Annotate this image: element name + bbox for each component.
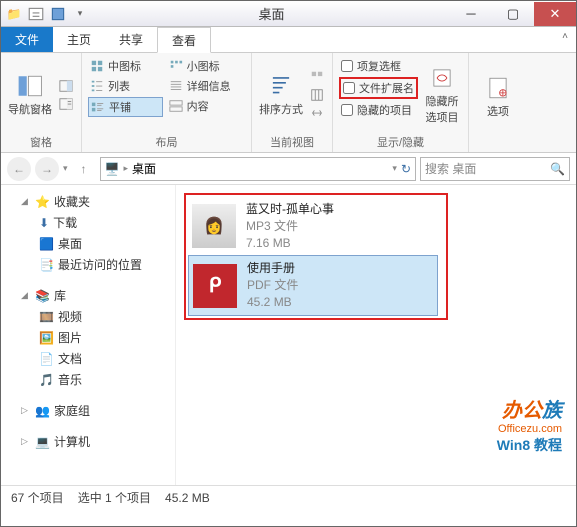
panes-group-label: 窗格: [7, 134, 75, 150]
history-dropdown-icon[interactable]: ▾: [63, 163, 68, 174]
details-pane-button[interactable]: [57, 96, 75, 112]
folder-icon: 📁: [5, 5, 23, 23]
hide-selected-button[interactable]: 隐藏所 选项目: [422, 57, 462, 132]
tab-share[interactable]: 共享: [105, 27, 157, 52]
tree-videos[interactable]: 🎞️视频: [1, 306, 175, 327]
layout-group-label: 布局: [88, 134, 245, 150]
layout-medium-icons[interactable]: 中图标: [88, 57, 163, 75]
mp3-thumbnail-icon: 👩: [192, 204, 236, 248]
options-button[interactable]: 选项: [475, 57, 521, 136]
hide-selected-label: 隐藏所 选项目: [426, 93, 459, 125]
item-checkboxes-toggle[interactable]: 项复选框: [339, 57, 418, 75]
tab-view[interactable]: 查看: [157, 27, 211, 53]
titlebar: 📁 ▾ 桌面 ─ ▢ ✕: [1, 1, 576, 27]
file-type: PDF 文件: [247, 277, 298, 294]
status-selected: 选中 1 个项目: [78, 489, 151, 506]
tree-homegroup[interactable]: ▷👥家庭组: [1, 400, 175, 421]
current-view-group-label: 当前视图: [258, 134, 326, 150]
quick-access-toolbar: 📁 ▾: [1, 5, 93, 23]
tree-recent[interactable]: 📑最近访问的位置: [1, 254, 175, 275]
file-item[interactable]: 👩 蓝又时-孤单心事 MP3 文件 7.16 MB: [188, 197, 438, 255]
nav-tree[interactable]: ◢⭐收藏夹 ⬇下载 🟦桌面 📑最近访问的位置 ◢📚库 🎞️视频 🖼️图片 📄文档…: [1, 185, 176, 485]
file-list: 👩 蓝又时-孤单心事 MP3 文件 7.16 MB ᑭ 使用手册 PDF 文件 …: [176, 185, 576, 485]
refresh-icon[interactable]: ↻: [401, 162, 411, 176]
ribbon-tabs: 文件 主页 共享 查看 ˄: [1, 27, 576, 53]
breadcrumb[interactable]: 🖥️ ▸ 桌面 ▾ ↻: [100, 157, 416, 181]
file-item[interactable]: ᑭ 使用手册 PDF 文件 45.2 MB: [188, 255, 438, 315]
file-size: 45.2 MB: [247, 294, 298, 311]
close-button[interactable]: ✕: [534, 2, 576, 26]
minimize-button[interactable]: ─: [450, 2, 492, 26]
search-icon: 🔍: [550, 162, 565, 176]
search-input[interactable]: 搜索 桌面 🔍: [420, 157, 570, 181]
back-button[interactable]: ←: [7, 157, 31, 181]
status-total: 67 个项目: [11, 489, 64, 506]
sort-by-button[interactable]: 排序方式: [258, 57, 304, 132]
status-size: 45.2 MB: [165, 491, 210, 505]
up-button[interactable]: ↑: [72, 157, 96, 181]
showhide-group-label: 显示/隐藏: [339, 134, 462, 150]
tree-music[interactable]: 🎵音乐: [1, 369, 175, 390]
sort-by-label: 排序方式: [259, 101, 303, 117]
tab-home[interactable]: 主页: [53, 27, 105, 52]
size-columns-button[interactable]: [308, 105, 326, 121]
tree-computer[interactable]: ▷💻计算机: [1, 431, 175, 452]
tree-desktop[interactable]: 🟦桌面: [1, 233, 175, 254]
add-columns-button[interactable]: [308, 87, 326, 103]
tree-downloads[interactable]: ⬇下载: [1, 212, 175, 233]
file-type: MP3 文件: [246, 218, 334, 235]
watermark: 办公族 Officezu.com Win8 教程: [497, 394, 562, 455]
layout-details[interactable]: 详细信息: [167, 77, 245, 95]
file-name: 蓝又时-孤单心事: [246, 201, 334, 218]
main-area: ◢⭐收藏夹 ⬇下载 🟦桌面 📑最近访问的位置 ◢📚库 🎞️视频 🖼️图片 📄文档…: [1, 185, 576, 485]
qat-icon-2[interactable]: [49, 5, 67, 23]
file-extensions-toggle[interactable]: 文件扩展名: [339, 77, 418, 99]
file-size: 7.16 MB: [246, 235, 334, 252]
qat-icon-1[interactable]: [27, 5, 45, 23]
tree-pictures[interactable]: 🖼️图片: [1, 327, 175, 348]
tree-documents[interactable]: 📄文档: [1, 348, 175, 369]
tab-file[interactable]: 文件: [1, 27, 53, 52]
status-bar: 67 个项目 选中 1 个项目 45.2 MB: [1, 485, 576, 509]
preview-pane-button[interactable]: [57, 78, 75, 94]
navbar: ← → ▾ ↑ 🖥️ ▸ 桌面 ▾ ↻ 搜索 桌面 🔍: [1, 153, 576, 185]
hidden-items-toggle[interactable]: 隐藏的项目: [339, 101, 418, 119]
pdf-thumbnail-icon: ᑭ: [193, 264, 237, 308]
qat-dropdown-icon[interactable]: ▾: [71, 5, 89, 23]
layout-tiles[interactable]: 平铺: [88, 97, 163, 117]
file-name: 使用手册: [247, 260, 298, 277]
group-by-button[interactable]: [308, 69, 326, 85]
nav-pane-button[interactable]: 导航窗格: [7, 57, 53, 132]
breadcrumb-location: 桌面: [132, 160, 156, 177]
options-label: 选项: [487, 103, 509, 119]
search-placeholder: 搜索 桌面: [425, 160, 546, 177]
layout-list[interactable]: 列表: [88, 77, 163, 95]
layout-content[interactable]: 内容: [167, 97, 245, 115]
maximize-button[interactable]: ▢: [492, 2, 534, 26]
forward-button[interactable]: →: [35, 157, 59, 181]
window-title: 桌面: [93, 4, 450, 23]
tree-libraries[interactable]: ◢📚库: [1, 285, 175, 306]
tree-favorites[interactable]: ◢⭐收藏夹: [1, 191, 175, 212]
location-icon: 🖥️: [105, 162, 120, 176]
layout-small-icons[interactable]: 小图标: [167, 57, 245, 75]
ribbon-collapse-icon[interactable]: ˄: [554, 27, 576, 52]
ribbon-view: 导航窗格 窗格 中图标 列表 平铺 小图标 详细信息 内容 布局: [1, 53, 576, 153]
nav-pane-label: 导航窗格: [8, 101, 52, 117]
